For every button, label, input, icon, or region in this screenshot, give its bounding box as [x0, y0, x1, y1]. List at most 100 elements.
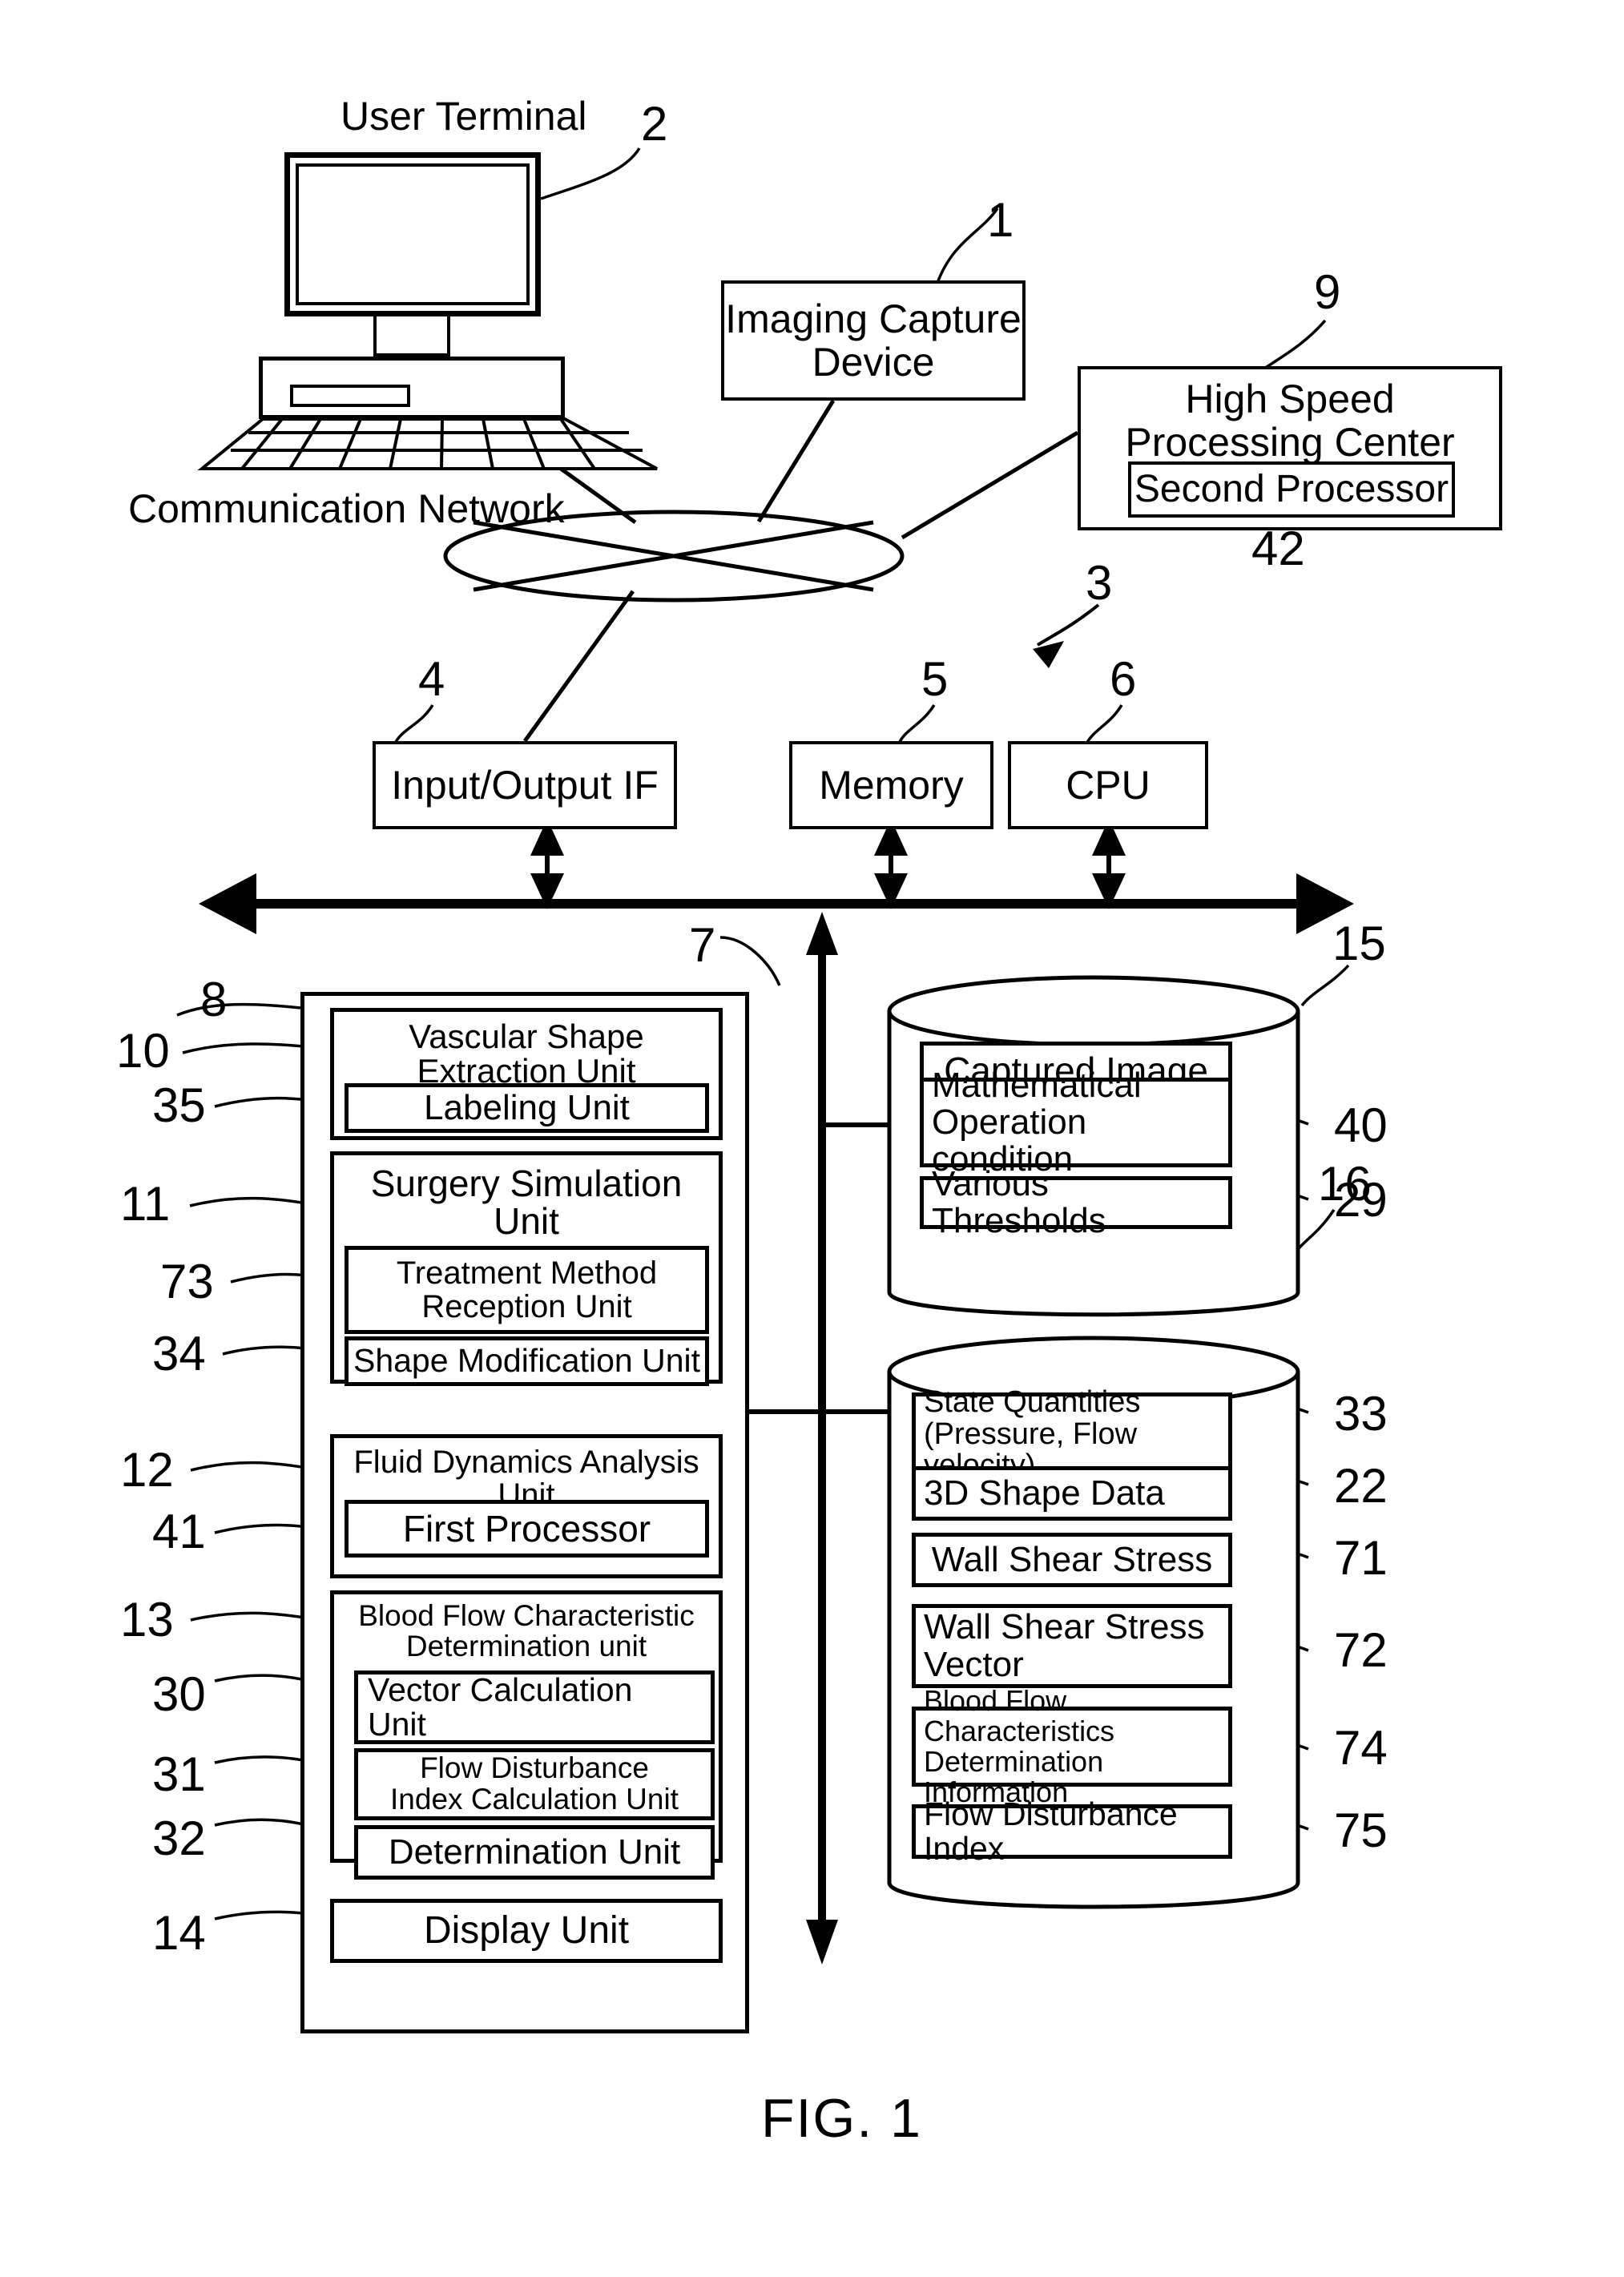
cpu-box: CPU: [1008, 741, 1208, 829]
ref-1: 1: [987, 193, 1014, 247]
ref-3-arrowhead: [1033, 641, 1064, 668]
leader-16: [1295, 1209, 1336, 1253]
leader-29: [1234, 1190, 1309, 1201]
second-processor-box: Second Processor: [1128, 461, 1455, 518]
display-unit-label: Display Unit: [423, 1908, 630, 1952]
leader-33: [1234, 1403, 1309, 1414]
ref-10: 10: [116, 1024, 170, 1078]
vascular-shape-extraction-unit-title: Vascular Shape Extraction Unit: [334, 1018, 719, 1089]
bus-connector-arrowheads: [530, 819, 1126, 909]
figure-caption: FIG. 1: [761, 2088, 922, 2149]
ref-12: 12: [120, 1443, 174, 1497]
ref-5: 5: [921, 652, 949, 706]
drive-slot-icon: [290, 385, 410, 407]
leader-4: [393, 704, 434, 746]
ref-71: 71: [1334, 1531, 1388, 1585]
internal-bus-stubs: [749, 1122, 889, 1414]
leader-9: [1263, 319, 1327, 370]
group-title-line1: Vascular Shape: [409, 1018, 644, 1055]
link-terminal-network: [559, 466, 637, 525]
ref-74: 74: [1334, 1721, 1388, 1775]
io-interface-box: Input/Output IF: [373, 741, 677, 829]
ref-30: 30: [152, 1667, 206, 1721]
ref-14: 14: [152, 1906, 206, 1960]
state-quantities-line1: State Quantities: [924, 1384, 1141, 1419]
link-imaging-network: [756, 399, 836, 523]
ref-3-leader: [1036, 603, 1100, 647]
high-speed-center-line1: High Speed: [1185, 377, 1395, 421]
various-thresholds-label: Various Thresholds: [932, 1163, 1106, 1240]
first-processor-label: First Processor: [402, 1507, 651, 1550]
display-unit-box: Display Unit: [330, 1899, 723, 1963]
monitor-neck: [373, 316, 450, 357]
ref-40: 40: [1334, 1098, 1388, 1152]
leader-71: [1234, 1548, 1309, 1559]
ref-41: 41: [152, 1505, 206, 1558]
leader-2: [540, 147, 641, 200]
communication-network-label: Communication Network: [128, 486, 565, 531]
ref-33: 33: [1334, 1387, 1388, 1441]
treatment-method-reception-unit-box: Treatment Method Reception Unit: [345, 1246, 709, 1334]
labeling-unit-box: Labeling Unit: [345, 1083, 709, 1133]
high-speed-center-line2: Processing Center: [1125, 420, 1455, 465]
ref-4: 4: [418, 652, 445, 706]
flow-disturbance-line1: Flow Disturbance: [420, 1751, 649, 1785]
labeling-unit-label: Labeling Unit: [424, 1087, 630, 1127]
ref-73: 73: [160, 1255, 214, 1308]
user-terminal-label: User Terminal: [341, 94, 587, 139]
vector-calculation-unit-box: Vector Calculation Unit: [354, 1670, 715, 1744]
wall-shear-stress-label: Wall Shear Stress: [931, 1539, 1213, 1579]
ref-8: 8: [200, 973, 228, 1026]
wss-vector-line1: Wall Shear Stress: [924, 1607, 1205, 1647]
memory-label: Memory: [819, 763, 964, 808]
leader-72: [1234, 1641, 1309, 1652]
vector-calculation-line2: Unit: [368, 1706, 426, 1743]
vector-calculation-line1: Vector Calculation: [368, 1670, 633, 1708]
three-d-shape-data-box: 3D Shape Data: [912, 1466, 1232, 1521]
ref-75: 75: [1334, 1803, 1388, 1857]
flow-disturbance-index-calculation-unit-box: Flow Disturbance Index Calculation Unit: [354, 1748, 715, 1820]
memory-box: Memory: [789, 741, 993, 829]
three-d-shape-data-label: 3D Shape Data: [924, 1473, 1165, 1513]
determination-unit-label: Determination Unit: [388, 1832, 681, 1872]
determination-unit-box: Determination Unit: [354, 1825, 715, 1880]
ref-2: 2: [641, 97, 668, 151]
ref-3: 3: [1086, 556, 1113, 610]
ref-72: 72: [1334, 1623, 1388, 1677]
flow-disturbance-index-label: Flow Disturbance Index: [924, 1795, 1178, 1867]
link-hspc-network: [901, 430, 1079, 540]
first-processor-box: First Processor: [345, 1500, 709, 1558]
ref-34: 34: [152, 1327, 206, 1380]
ref-13: 13: [120, 1593, 174, 1646]
leader-75: [1234, 1820, 1309, 1831]
second-processor-label: Second Processor: [1134, 468, 1449, 511]
blood-flow-characteristic-determination-unit-title: Blood Flow Characteristic Determination …: [334, 1601, 719, 1661]
surgery-simulation-unit-title: Surgery Simulation Unit: [334, 1165, 719, 1240]
wall-shear-stress-box: Wall Shear Stress: [912, 1533, 1232, 1587]
leader-8: [176, 1002, 301, 1017]
internal-bus-arrow-up: [806, 912, 838, 955]
bf-characteristics-line1: Blood Flow Characteristics: [924, 1684, 1115, 1748]
keyboard-icon: [197, 417, 658, 470]
ref-7: 7: [689, 918, 716, 972]
leader-7: [719, 936, 781, 986]
group-title-line2: Determination unit: [405, 1629, 647, 1662]
shape-modification-unit-label: Shape Modification Unit: [353, 1342, 701, 1380]
mathematical-operation-condition-box: Mathematical Operation condition: [920, 1066, 1232, 1178]
ref-42: 42: [1251, 522, 1305, 575]
ref-32: 32: [152, 1812, 206, 1865]
ref-6: 6: [1110, 652, 1137, 706]
various-thresholds-box: Various Thresholds: [920, 1165, 1232, 1239]
treatment-method-line1: Treatment Method: [396, 1255, 658, 1291]
ref-9: 9: [1314, 265, 1341, 319]
internal-bus-arrow-down: [806, 1920, 838, 1965]
state-quantities-box: State Quantities (Pressure, Flow velocit…: [912, 1386, 1232, 1481]
leader-40: [1234, 1114, 1309, 1126]
treatment-method-line2: Reception Unit: [421, 1289, 632, 1324]
imaging-capture-device-box: Imaging Capture Device: [721, 280, 1026, 401]
leader-5: [897, 704, 936, 744]
leader-6: [1084, 704, 1123, 746]
bus-connectors: [545, 829, 1111, 899]
group-title-line1: Surgery Simulation: [370, 1163, 683, 1204]
imaging-capture-device-line1: Imaging Capture: [725, 296, 1022, 341]
